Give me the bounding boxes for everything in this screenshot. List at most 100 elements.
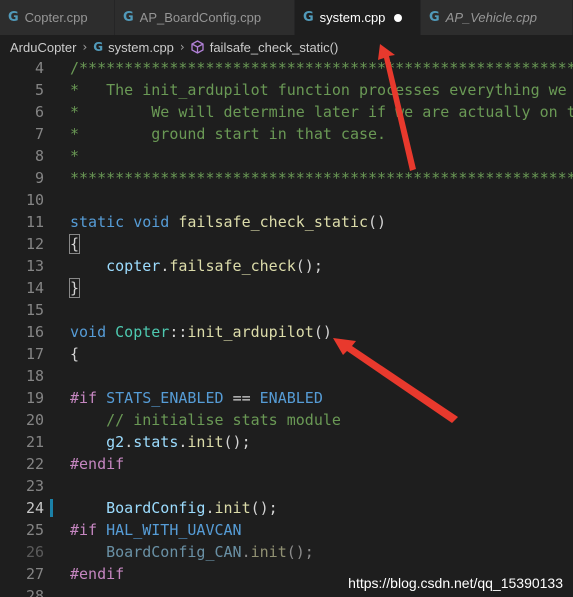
function-name: init xyxy=(187,433,224,451)
function-name: init xyxy=(250,543,287,561)
comment: * ground start in that case. xyxy=(70,125,387,143)
comment: * xyxy=(70,147,80,165)
code-text: #endif xyxy=(70,563,124,585)
class-name: Copter xyxy=(115,323,170,341)
punctuation: (); xyxy=(295,257,323,275)
code-line: 14} xyxy=(0,277,573,299)
code-line: 25 #if HAL_WITH_UAVCAN xyxy=(0,519,573,541)
method-cube-icon xyxy=(191,40,204,54)
punctuation: . xyxy=(241,543,251,561)
keyword: static void xyxy=(70,213,170,231)
code-line: 18 xyxy=(0,365,573,387)
preprocessor-directive: #if xyxy=(70,521,98,539)
macro: ENABLED xyxy=(259,389,323,407)
function-name: failsafe_check xyxy=(169,257,296,275)
editor-tab-bar: G Copter.cpp G AP_BoardConfig.cpp G syst… xyxy=(0,0,573,35)
code-text: { xyxy=(68,233,81,255)
code-line: 16 void Copter::init_ardupilot() xyxy=(0,321,573,343)
tab-system-cpp[interactable]: G system.cpp xyxy=(295,0,421,35)
code-line: 9 ***************************************… xyxy=(0,167,573,189)
code-line: 22 #endif xyxy=(0,453,573,475)
punctuation: . xyxy=(124,433,134,451)
line-number: 6 xyxy=(34,103,44,121)
code-line: 13 copter.failsafe_check(); xyxy=(0,255,573,277)
line-number: 27 xyxy=(25,565,44,583)
tab-ap-boardconfig-cpp[interactable]: G AP_BoardConfig.cpp xyxy=(115,0,295,35)
punctuation: (); xyxy=(223,433,251,451)
macro: STATS_ENABLED xyxy=(106,389,224,407)
code-line: 10 xyxy=(0,189,573,211)
line-number: 28 xyxy=(25,587,44,597)
function-name: init_ardupilot xyxy=(187,323,314,341)
code-text: static void failsafe_check_static() xyxy=(70,211,386,233)
brace-match: } xyxy=(68,278,81,298)
cpp-file-icon: G xyxy=(8,10,19,25)
preprocessor-directive: #endif xyxy=(70,455,125,473)
code-text: } xyxy=(68,277,81,299)
breadcrumb-symbol[interactable]: failsafe_check_static() xyxy=(210,40,339,55)
code-line: 11 static void failsafe_check_static() xyxy=(0,211,573,233)
line-number: 20 xyxy=(25,411,44,429)
comment: * We will determine later if we are actu… xyxy=(70,103,573,121)
watermark-url: https://blog.csdn.net/qq_15390133 xyxy=(348,575,563,591)
code-text: * The init_ardupilot function processes … xyxy=(70,79,573,101)
line-number: 15 xyxy=(25,301,44,319)
tab-ap-vehicle-cpp[interactable]: G AP_Vehicle.cpp xyxy=(421,0,573,35)
code-line: 20 // initialise stats module xyxy=(0,409,573,431)
line-number: 10 xyxy=(25,191,44,209)
punctuation: . xyxy=(160,257,170,275)
code-line: 7 * ground start in that case. xyxy=(0,123,573,145)
variable: stats xyxy=(133,433,179,451)
line-number: 5 xyxy=(34,81,44,99)
punctuation: () xyxy=(368,213,387,231)
line-number: 21 xyxy=(25,433,44,451)
macro: HAL_WITH_UAVCAN xyxy=(106,521,242,539)
code-line: 19 #if STATS_ENABLED == ENABLED xyxy=(0,387,573,409)
line-number: 17 xyxy=(25,345,44,363)
operator: == xyxy=(232,389,251,407)
line-number: 22 xyxy=(25,455,44,473)
comment: * The init_ardupilot function processes … xyxy=(70,81,567,99)
code-text: BoardConfig.init(); xyxy=(70,497,278,519)
code-text: ****************************************… xyxy=(70,167,573,189)
line-number: 4 xyxy=(34,59,44,77)
code-text: /***************************************… xyxy=(70,57,573,79)
code-line: 21 g2.stats.init(); xyxy=(0,431,573,453)
tab-label: Copter.cpp xyxy=(24,10,88,25)
line-number: 23 xyxy=(25,477,44,495)
code-text: * xyxy=(70,145,79,167)
line-number: 7 xyxy=(34,125,44,143)
line-number: 19 xyxy=(25,389,44,407)
function-name: failsafe_check_static xyxy=(178,213,369,231)
brace-match: { xyxy=(68,234,81,254)
line-number: 14 xyxy=(25,279,44,297)
code-text: g2.stats.init(); xyxy=(70,431,251,453)
unsaved-changes-dot-icon[interactable] xyxy=(394,13,403,22)
punctuation: :: xyxy=(169,323,188,341)
cpp-file-icon: G xyxy=(123,10,134,25)
keyword: void xyxy=(70,323,107,341)
code-text: #if STATS_ENABLED == ENABLED xyxy=(70,387,323,409)
code-editor[interactable]: 4 /**************************************… xyxy=(0,57,573,597)
code-line: 12 { xyxy=(0,233,573,255)
comment: // initialise stats module xyxy=(106,411,341,429)
line-number: 18 xyxy=(25,367,44,385)
line-number: 8 xyxy=(34,147,44,165)
tab-label: AP_BoardConfig.cpp xyxy=(139,10,262,25)
code-text: * We will determine later if we are actu… xyxy=(70,101,573,123)
cpp-file-icon: G xyxy=(429,10,440,25)
code-line: 5 * The init_ardupilot function processes… xyxy=(0,79,573,101)
punctuation: () xyxy=(313,323,332,341)
code-line: 17 { xyxy=(0,343,573,365)
tab-copter-cpp[interactable]: G Copter.cpp xyxy=(0,0,115,35)
code-line-current: 24 BoardConfig.init(); xyxy=(0,497,573,519)
cpp-file-icon: G xyxy=(93,40,104,54)
breadcrumb-file[interactable]: system.cpp xyxy=(108,40,174,55)
modified-line-gutter-marker xyxy=(50,499,53,517)
code-line: 8 * xyxy=(0,145,573,167)
variable: BoardConfig_CAN xyxy=(106,543,242,561)
variable: BoardConfig xyxy=(106,499,206,517)
comment: /***************************************… xyxy=(70,59,573,77)
code-text: void Copter::init_ardupilot() xyxy=(70,321,332,343)
breadcrumb-folder[interactable]: ArduCopter xyxy=(10,40,76,55)
